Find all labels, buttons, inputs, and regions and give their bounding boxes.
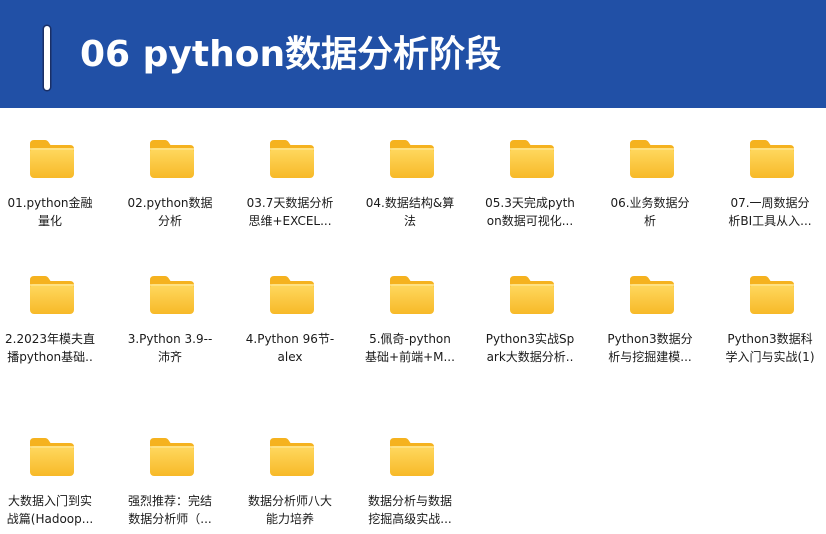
folder-icon xyxy=(750,276,794,314)
folder-label: 强烈推荐：完结 数据分析师（... xyxy=(112,492,228,528)
folder-label: 3.Python 3.9-- 沛齐 xyxy=(112,330,228,366)
folder-label: 2.2023年模夫直 播python基础.. xyxy=(0,330,108,366)
folder-label-line2: 能力培养 xyxy=(265,512,314,526)
folder-label-line1: Python3实战Sp xyxy=(485,332,575,346)
folder-label: 01.python金融 量化 xyxy=(0,194,108,230)
folder-item-7[interactable]: 07.一周数据分 析BI工具从入... xyxy=(712,108,826,228)
folder-item-14[interactable]: Python3数据科 学入门与实战(1) xyxy=(712,244,826,364)
folder-label: 数据分析与数据 挖掘高级实战... xyxy=(352,492,468,528)
folder-item-12[interactable]: Python3实战Sp ark大数据分析.. xyxy=(472,244,588,364)
folder-label-line1: 01.python金融 xyxy=(7,196,93,210)
folder-item-15[interactable]: 大数据入门到实 战篇(Hadoop... xyxy=(0,406,108,526)
folder-label-line2: 数据分析师（... xyxy=(128,512,212,526)
folder-label: 02.python数据 分析 xyxy=(112,194,228,230)
folder-label-line2: 基础+前端+M... xyxy=(365,350,455,364)
folder-label-line2: 战篇(Hadoop... xyxy=(6,512,94,526)
folder-label-line1: 5.佩奇-python xyxy=(369,332,451,346)
folder-item-4[interactable]: 04.数据结构&算 法 xyxy=(352,108,468,228)
folder-item-1[interactable]: 01.python金融 量化 xyxy=(0,108,108,228)
folder-label-line1: 大数据入门到实 xyxy=(7,494,92,508)
folder-icon xyxy=(150,438,194,476)
folder-label: 03.7天数据分析 思维+EXCEL... xyxy=(232,194,348,230)
folder-icon xyxy=(390,438,434,476)
folder-item-6[interactable]: 06.业务数据分 析 xyxy=(592,108,708,228)
folder-label-line1: 4.Python 96节- xyxy=(245,332,335,346)
folder-label-line2: 播python基础.. xyxy=(7,350,93,364)
folder-label-line1: 06.业务数据分 xyxy=(610,196,690,210)
folder-label-line1: Python3数据分 xyxy=(607,332,693,346)
folder-icon xyxy=(270,276,314,314)
folder-label: 06.业务数据分 析 xyxy=(592,194,708,230)
folder-label-line2: 学入门与实战(1) xyxy=(725,350,815,364)
folder-item-13[interactable]: Python3数据分 析与挖掘建模... xyxy=(592,244,708,364)
folder-item-5[interactable]: 05.3天完成pyth on数据可视化... xyxy=(472,108,588,228)
folder-label: 04.数据结构&算 法 xyxy=(352,194,468,230)
folder-item-16[interactable]: 强烈推荐：完结 数据分析师（... xyxy=(112,406,228,526)
folder-label-line1: 3.Python 3.9-- xyxy=(127,332,213,346)
folder-icon xyxy=(150,276,194,314)
folder-label: 4.Python 96节- alex xyxy=(232,330,348,366)
folder-grid: 01.python金融 量化 02.python数据 分析 03.7天数据分析 … xyxy=(0,108,826,534)
folder-item-8[interactable]: 2.2023年模夫直 播python基础.. xyxy=(0,244,108,364)
folder-label-line1: 03.7天数据分析 xyxy=(246,196,334,210)
folder-label-line2: 析 xyxy=(643,214,656,228)
folder-icon xyxy=(270,140,314,178)
folder-icon xyxy=(150,140,194,178)
folder-icon xyxy=(30,140,74,178)
header-accent-bar xyxy=(44,26,50,90)
page-header: 06 python数据分析阶段 xyxy=(0,0,826,108)
folder-item-9[interactable]: 3.Python 3.9-- 沛齐 xyxy=(112,244,228,364)
folder-label-line1: 数据分析师八大 xyxy=(247,494,332,508)
folder-icon xyxy=(510,276,554,314)
folder-label-line1: 02.python数据 xyxy=(127,196,213,210)
folder-label-line1: 2.2023年模夫直 xyxy=(5,332,95,346)
folder-label-line2: 挖掘高级实战... xyxy=(368,512,452,526)
folder-label-line1: 强烈推荐：完结 xyxy=(127,494,212,508)
folder-label-line2: 思维+EXCEL... xyxy=(248,214,332,228)
folder-item-11[interactable]: 5.佩奇-python 基础+前端+M... xyxy=(352,244,468,364)
folder-icon xyxy=(630,140,674,178)
folder-label-line1: 05.3天完成pyth xyxy=(485,196,575,210)
folder-label-line1: Python3数据科 xyxy=(727,332,813,346)
folder-icon xyxy=(510,140,554,178)
folder-label: Python3实战Sp ark大数据分析.. xyxy=(472,330,588,366)
folder-item-18[interactable]: 数据分析与数据 挖掘高级实战... xyxy=(352,406,468,526)
folder-item-3[interactable]: 03.7天数据分析 思维+EXCEL... xyxy=(232,108,348,228)
folder-label-line2: 沛齐 xyxy=(157,350,182,364)
folder-icon xyxy=(30,438,74,476)
folder-item-2[interactable]: 02.python数据 分析 xyxy=(112,108,228,228)
folder-label-line2: on数据可视化... xyxy=(486,214,574,228)
folder-item-17[interactable]: 数据分析师八大 能力培养 xyxy=(232,406,348,526)
folder-icon xyxy=(630,276,674,314)
folder-label-line2: ark大数据分析.. xyxy=(486,350,574,364)
folder-label-line2: 法 xyxy=(403,214,416,228)
folder-label-line2: 量化 xyxy=(37,214,62,228)
folder-label-line1: 数据分析与数据 xyxy=(367,494,452,508)
folder-label: 07.一周数据分 析BI工具从入... xyxy=(712,194,826,230)
folder-label: 大数据入门到实 战篇(Hadoop... xyxy=(0,492,108,528)
folder-label: 05.3天完成pyth on数据可视化... xyxy=(472,194,588,230)
folder-label-line2: 析BI工具从入... xyxy=(728,214,812,228)
folder-label-line2: 析与挖掘建模... xyxy=(608,350,692,364)
folder-label-line2: alex xyxy=(277,350,303,364)
folder-item-10[interactable]: 4.Python 96节- alex xyxy=(232,244,348,364)
folder-label: Python3数据科 学入门与实战(1) xyxy=(712,330,826,366)
folder-icon xyxy=(390,276,434,314)
folder-icon xyxy=(390,140,434,178)
folder-label: 数据分析师八大 能力培养 xyxy=(232,492,348,528)
folder-icon xyxy=(750,140,794,178)
page-title: 06 python数据分析阶段 xyxy=(80,34,502,75)
folder-label-line2: 分析 xyxy=(157,214,182,228)
folder-label-line1: 07.一周数据分 xyxy=(730,196,810,210)
folder-label: 5.佩奇-python 基础+前端+M... xyxy=(352,330,468,366)
folder-icon xyxy=(30,276,74,314)
folder-label-line1: 04.数据结构&算 xyxy=(365,196,455,210)
folder-icon xyxy=(270,438,314,476)
folder-label: Python3数据分 析与挖掘建模... xyxy=(592,330,708,366)
